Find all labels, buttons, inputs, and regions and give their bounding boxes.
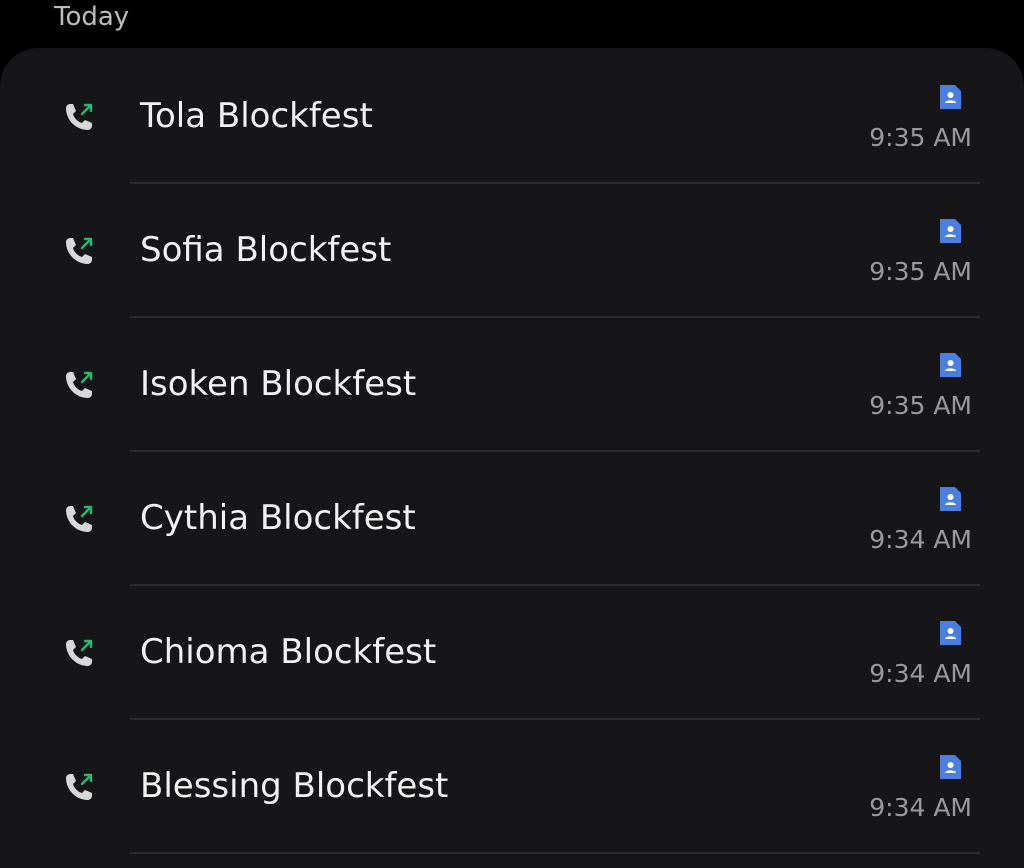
call-log-item[interactable]: Cythia Blockfest 9:34 AM	[0, 450, 1024, 584]
contact-card-icon[interactable]	[935, 752, 965, 782]
contact-card-icon[interactable]	[935, 82, 965, 112]
call-log-item[interactable]: Tola Blockfest 9:35 AM	[0, 48, 1024, 182]
contact-card-icon[interactable]	[935, 484, 965, 514]
outgoing-call-icon	[58, 98, 98, 138]
contact-card-icon[interactable]	[935, 618, 965, 648]
outgoing-call-icon	[58, 366, 98, 406]
contact-name: Blessing Blockfest	[140, 766, 449, 806]
call-time: 9:35 AM	[869, 391, 972, 420]
contact-name: Sofia Blockfest	[140, 230, 392, 270]
call-time: 9:34 AM	[869, 525, 972, 554]
contact-card-icon[interactable]	[935, 350, 965, 380]
call-time: 9:35 AM	[869, 257, 972, 286]
outgoing-call-icon	[58, 634, 98, 674]
call-log-item[interactable]: Chioma Blockfest 9:34 AM	[0, 584, 1024, 718]
call-log-card: Tola Blockfest 9:35 AM Sofia Blockfest 9…	[0, 48, 1024, 868]
outgoing-call-icon	[58, 768, 98, 808]
call-log-item[interactable]: Blessing Blockfest 9:34 AM	[0, 718, 1024, 852]
call-time: 9:35 AM	[869, 123, 972, 152]
outgoing-call-icon	[58, 232, 98, 272]
call-time: 9:34 AM	[869, 659, 972, 688]
call-log-item[interactable]: Sofia Blockfest 9:35 AM	[0, 182, 1024, 316]
call-time: 9:34 AM	[869, 793, 972, 822]
contact-name: Isoken Blockfest	[140, 364, 417, 404]
section-header-today: Today	[54, 2, 130, 32]
call-log-item[interactable]: Isoken Blockfest 9:35 AM	[0, 316, 1024, 450]
outgoing-call-icon	[58, 500, 98, 540]
contact-card-icon[interactable]	[935, 216, 965, 246]
contact-name: Cythia Blockfest	[140, 498, 416, 538]
contact-name: Chioma Blockfest	[140, 632, 437, 672]
contact-name: Tola Blockfest	[140, 96, 373, 136]
